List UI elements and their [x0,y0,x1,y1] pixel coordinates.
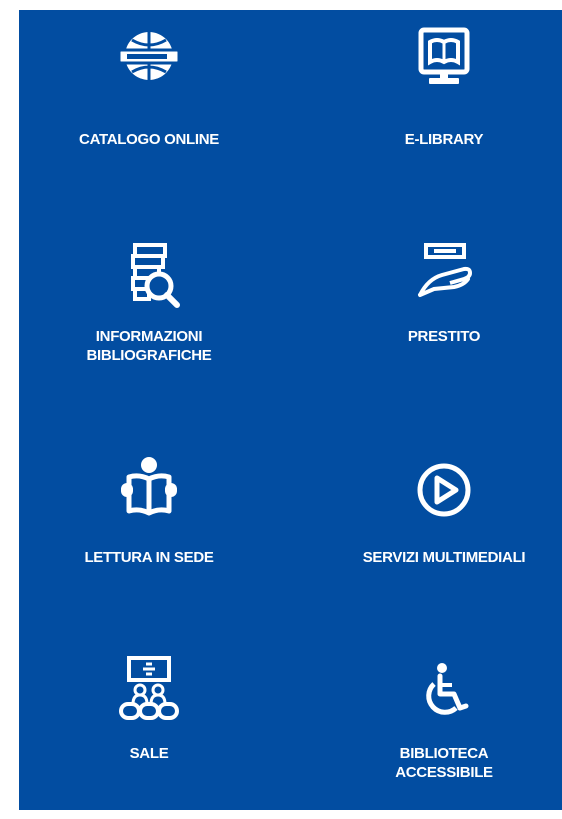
service-label-e-library: E-LIBRARY [404,131,484,148]
service-sale[interactable]: SALE [19,650,279,800]
hand-book-icon [404,235,484,315]
service-label-servizi-multimediali: SERVIZI MULTIMEDIALI [362,549,526,566]
wheelchair-icon [404,654,484,734]
service-biblioteca-accessibile[interactable]: BIBLIOTECA ACCESSIBILE [314,650,562,810]
service-prestito[interactable]: PRESTITO [314,235,562,385]
globe-catalog-icon [109,20,189,100]
services-panel: CATALOGO ONLINE E-LIBRARY INFORMAZIONI B… [19,10,562,810]
service-catalogo-online[interactable]: CATALOGO ONLINE [19,20,279,170]
service-label-biblioteca-accessibile: BIBLIOTECA ACCESSIBILE [395,745,493,781]
service-label-prestito: PRESTITO [407,328,481,345]
service-lettura-in-sede[interactable]: LETTURA IN SEDE [19,455,279,605]
play-circle-icon [404,455,484,535]
books-search-icon [109,235,189,315]
service-informazioni-bibliografiche[interactable]: INFORMAZIONI BIBLIOGRAFICHE [19,235,279,395]
service-e-library[interactable]: E-LIBRARY [314,20,562,170]
monitor-book-icon [404,20,484,100]
service-servizi-multimediali[interactable]: SERVIZI MULTIMEDIALI [314,455,562,605]
reader-book-icon [109,455,189,535]
service-label-sale: SALE [129,745,169,762]
meeting-room-icon [109,650,189,730]
service-label-catalogo-online: CATALOGO ONLINE [79,131,219,148]
service-label-informazioni-bibliografiche: INFORMAZIONI BIBLIOGRAFICHE [86,328,212,364]
service-label-lettura-in-sede: LETTURA IN SEDE [84,549,214,566]
